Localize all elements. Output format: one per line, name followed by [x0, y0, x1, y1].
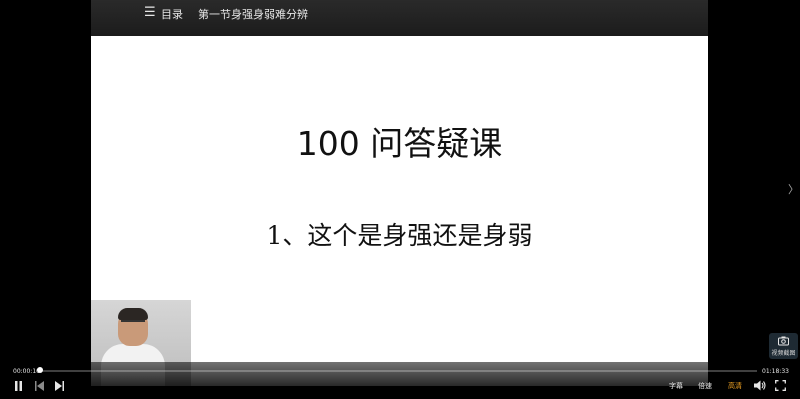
total-time: 01:18:33	[762, 368, 789, 375]
screenshot-button[interactable]: 视频截图	[769, 333, 798, 359]
chapter-title: 第一节身强身弱难分辨	[198, 8, 308, 21]
speed-button[interactable]: 倍速	[698, 381, 712, 391]
presenter-hair	[118, 308, 148, 320]
screenshot-label: 视频截图	[771, 350, 796, 357]
slide-question: 1、这个是身强还是身弱	[266, 221, 533, 250]
video-player: ☰ 目录 第一节身强身弱难分辨 100 问答疑课 1、这个是身强还是身弱 〉 视…	[0, 0, 800, 399]
fullscreen-icon[interactable]	[775, 380, 786, 391]
volume-icon[interactable]	[754, 380, 766, 391]
video-frame[interactable]: 100 问答疑课 1、这个是身强还是身弱	[91, 36, 708, 386]
quality-button[interactable]: 高清	[728, 381, 742, 391]
subtitle-button[interactable]: 字幕	[669, 381, 683, 391]
pause-icon[interactable]	[14, 381, 23, 391]
slide-title: 100 问答疑课	[296, 124, 503, 163]
menu-icon[interactable]: ☰	[144, 6, 156, 20]
progress-bar[interactable]	[37, 367, 757, 373]
previous-icon[interactable]	[35, 381, 44, 391]
header-bar: ☰ 目录 第一节身强身弱难分辨	[91, 0, 708, 36]
camera-icon	[778, 336, 789, 346]
chevron-right-icon[interactable]: 〉	[788, 181, 799, 197]
next-icon[interactable]	[55, 381, 64, 391]
presenter-glasses	[121, 320, 145, 328]
toc-button[interactable]: 目录	[161, 6, 183, 22]
current-time: 00:00:10	[13, 368, 40, 375]
